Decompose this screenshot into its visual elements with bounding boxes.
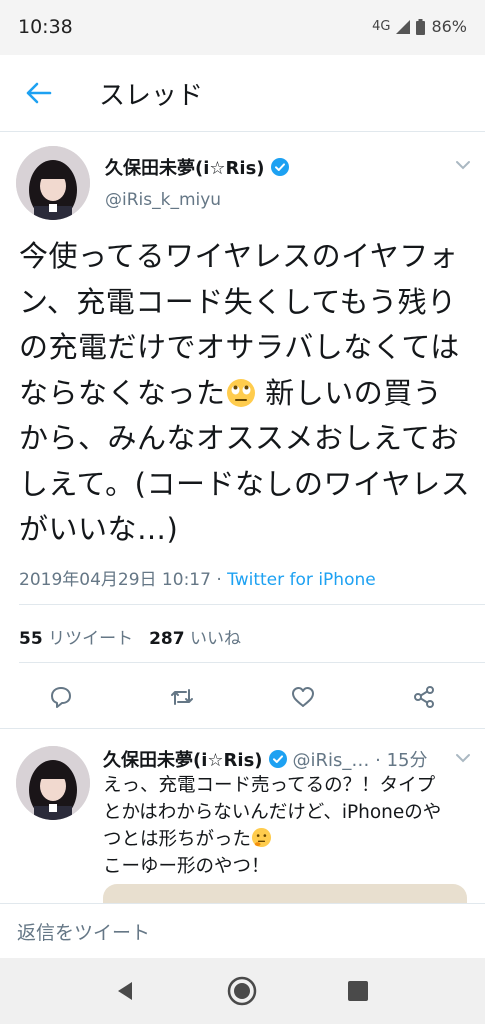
retweets-label: リツイート [48,629,134,649]
reply-composer[interactable]: 返信をツイート [0,903,485,959]
nav-recents-icon[interactable] [348,981,368,1001]
signal-icon [396,19,411,34]
reply-author[interactable]: 久保田未夢(i☆Ris) @iRis_… · 15分 [103,746,427,772]
likes-stat[interactable]: 287 いいね [149,624,241,649]
tweet-line-part: ならなくなった [19,375,226,410]
author-name: 久保田未夢(i☆Ris) [105,158,265,179]
author-handle[interactable]: @iRis_k_miyu [105,190,221,210]
app-header: スレッド [0,55,485,132]
reply-author-name: 久保田未夢(i☆Ris) [103,750,263,771]
tweet-line: ン、充電コード失くしてもう残り [19,284,457,319]
tweet-line-with-emoji: ならなくなった 新しいの買う [19,371,474,417]
likes-count: 287 [149,629,185,649]
heart-icon [292,687,314,707]
tweet-text: 今使ってるワイヤレスのイヤフォ ン、充電コード失くしてもう残り の充電だけでオサ… [19,234,474,553]
avatar-photo [16,746,90,820]
divider [0,728,485,729]
back-arrow-icon[interactable] [24,79,52,107]
like-button[interactable] [290,684,316,710]
tweet-meta: 2019年04月29日 10:17 · Twitter for iPhone [19,565,376,590]
system-nav-bar [0,958,485,1024]
tweet-line: から、みんなオススメおしえてお [19,421,460,455]
nav-back-icon[interactable] [114,980,136,1002]
share-icon [414,686,434,708]
likes-label: いいね [189,629,241,649]
retweets-stat[interactable]: 55 リツイート [19,624,133,649]
battery-icon [416,18,426,35]
rolling-eyes-emoji-icon [226,378,255,407]
meta-separator: · [210,570,228,590]
divider [19,662,485,663]
nav-home-icon[interactable] [227,976,257,1006]
retweet-button[interactable] [169,684,195,710]
page-title: スレッド [99,81,204,111]
status-icons: 4G 86% [372,17,467,36]
tweet-stats: 55 リツイート 287 いいね [19,624,241,649]
chevron-down-icon[interactable] [455,159,471,171]
tweet-line: がいいな…) [19,512,179,546]
status-time: 10:38 [18,16,73,38]
retweets-count: 55 [19,629,43,649]
network-label: 4G [372,19,391,34]
reply-media-image[interactable] [103,884,467,904]
tweet-line: 今使ってるワイヤレスのイヤフォ [19,239,459,273]
tweet-line-part: 新しいの買う [255,375,443,410]
share-button[interactable] [411,684,437,710]
tweet-source-link[interactable]: Twitter for iPhone [227,570,376,590]
retweet-icon [171,689,193,705]
reply-line: こーゆー形のやつ！ [103,856,270,877]
reply-line: えっ、充電コード売ってるの？！タイプ [103,775,436,796]
tweet-date: 2019年04月29日 10:17 [19,570,211,590]
reply-button[interactable] [48,684,74,710]
reply-line: とかはわからないんだけど、iPhoneのや [103,802,442,823]
battery-label: 86% [431,17,467,36]
thinking-face-emoji-icon [251,827,272,848]
reply-line-part: つとは形ちがった [103,829,252,850]
tweet-author[interactable]: 久保田未夢(i☆Ris) [105,154,289,180]
reply-avatar[interactable] [16,746,90,820]
chevron-down-icon[interactable] [455,752,471,764]
divider [19,604,485,605]
reply-line-with-emoji: つとは形ちがった [103,826,473,853]
reply-handle-time: @iRis_… · 15分 [292,750,428,771]
reply-icon [51,687,71,708]
avatar[interactable] [16,146,90,220]
verified-badge-icon [268,750,287,768]
tweet-line: しえて。(コードなしのワイヤレス [19,466,471,501]
reply-input-placeholder: 返信をツイート [17,922,151,944]
verified-badge-icon [270,158,289,176]
status-bar: 10:38 4G 86% [0,0,485,55]
avatar-photo [16,146,90,220]
reply-text: えっ、充電コード売ってるの？！タイプ とかはわからないんだけど、iPhoneのや… [103,772,473,880]
tweet-line: の充電だけでオサラバしなくては [19,330,460,364]
